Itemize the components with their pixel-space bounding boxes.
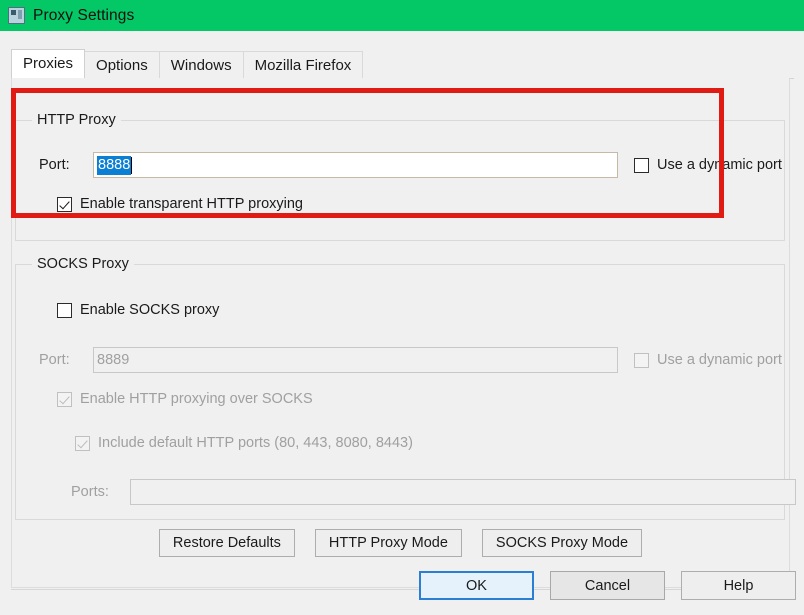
checkbox-box bbox=[634, 157, 649, 173]
window-title: Proxy Settings bbox=[33, 6, 135, 24]
socks-enable-label: Enable SOCKS proxy bbox=[80, 302, 220, 318]
text-caret bbox=[131, 156, 133, 174]
dialog-button-bar: OK Cancel Help bbox=[0, 571, 804, 615]
socks-enable-checkbox[interactable]: Enable SOCKS proxy bbox=[57, 302, 219, 318]
checkbox-box bbox=[75, 435, 90, 451]
checkbox-box bbox=[57, 302, 72, 318]
checkbox-box bbox=[57, 391, 72, 407]
checkbox-box bbox=[634, 352, 649, 368]
cancel-button[interactable]: Cancel bbox=[550, 571, 665, 600]
http-proxy-group-title: HTTP Proxy bbox=[32, 112, 121, 128]
tab-windows[interactable]: Windows bbox=[158, 51, 244, 78]
tab-bar: Proxies Options Windows Mozilla Firefox bbox=[11, 49, 794, 79]
restore-defaults-button[interactable]: Restore Defaults bbox=[158, 529, 295, 557]
http-port-value: 8888 bbox=[97, 155, 132, 175]
socks-port-input[interactable]: 8889 bbox=[93, 347, 618, 373]
proxy-app-icon bbox=[8, 7, 25, 24]
socks-http-over-socks-row: Enable HTTP proxying over SOCKS bbox=[57, 391, 313, 407]
socks-default-ports-row: Include default HTTP ports (80, 443, 808… bbox=[75, 435, 413, 451]
socks-port-value: 8889 bbox=[97, 352, 130, 368]
tab-mozilla-firefox[interactable]: Mozilla Firefox bbox=[242, 51, 364, 78]
tab-proxies[interactable]: Proxies bbox=[11, 49, 86, 78]
socks-dynamic-port-label: Use a dynamic port bbox=[657, 352, 782, 368]
tab-options[interactable]: Options bbox=[84, 51, 160, 78]
window-titlebar: Proxy Settings bbox=[0, 0, 804, 31]
http-dynamic-port-label: Use a dynamic port bbox=[657, 157, 782, 173]
socks-ports-input[interactable] bbox=[130, 479, 796, 505]
checkbox-box bbox=[57, 196, 72, 212]
socks-port-row: Port: 8889 Use a dynamic port bbox=[39, 347, 782, 373]
socks-port-label: Port: bbox=[39, 352, 70, 368]
http-proxy-mode-button[interactable]: HTTP Proxy Mode bbox=[314, 529, 462, 557]
socks-dynamic-port-checkbox[interactable]: Use a dynamic port bbox=[634, 352, 782, 368]
http-transparent-row: Enable transparent HTTP proxying bbox=[57, 196, 303, 212]
socks-http-proxying-label: Enable HTTP proxying over SOCKS bbox=[80, 391, 313, 407]
http-port-row: Port: 8888 Use a dynamic port bbox=[39, 152, 782, 178]
http-dynamic-port-checkbox[interactable]: Use a dynamic port bbox=[634, 157, 782, 173]
help-button[interactable]: Help bbox=[681, 571, 796, 600]
http-port-input[interactable]: 8888 bbox=[93, 152, 618, 178]
socks-proxy-group: SOCKS Proxy Enable SOCKS proxy Port: 888… bbox=[15, 256, 796, 520]
socks-proxy-mode-button[interactable]: SOCKS Proxy Mode bbox=[481, 529, 643, 557]
proxy-settings-dialog: Proxies Options Windows Mozilla Firefox … bbox=[0, 31, 804, 615]
socks-proxy-group-title: SOCKS Proxy bbox=[32, 256, 134, 272]
socks-default-ports-label: Include default HTTP ports (80, 443, 808… bbox=[98, 435, 413, 451]
socks-default-ports-checkbox[interactable]: Include default HTTP ports (80, 443, 808… bbox=[75, 435, 413, 451]
proxies-tab-panel: HTTP Proxy Port: 8888 Use a dynamic port… bbox=[11, 78, 796, 588]
http-transparent-proxying-checkbox[interactable]: Enable transparent HTTP proxying bbox=[57, 196, 303, 212]
mode-button-row: Restore Defaults HTTP Proxy Mode SOCKS P… bbox=[12, 529, 789, 557]
socks-ports-label: Ports: bbox=[71, 484, 109, 500]
socks-ports-row: Ports: bbox=[71, 479, 796, 505]
http-transparent-proxying-label: Enable transparent HTTP proxying bbox=[80, 196, 303, 212]
socks-enable-row: Enable SOCKS proxy bbox=[57, 302, 219, 318]
socks-http-proxying-checkbox[interactable]: Enable HTTP proxying over SOCKS bbox=[57, 391, 313, 407]
http-proxy-group: HTTP Proxy Port: 8888 Use a dynamic port… bbox=[15, 112, 785, 241]
http-port-label: Port: bbox=[39, 157, 70, 173]
ok-button[interactable]: OK bbox=[419, 571, 534, 600]
